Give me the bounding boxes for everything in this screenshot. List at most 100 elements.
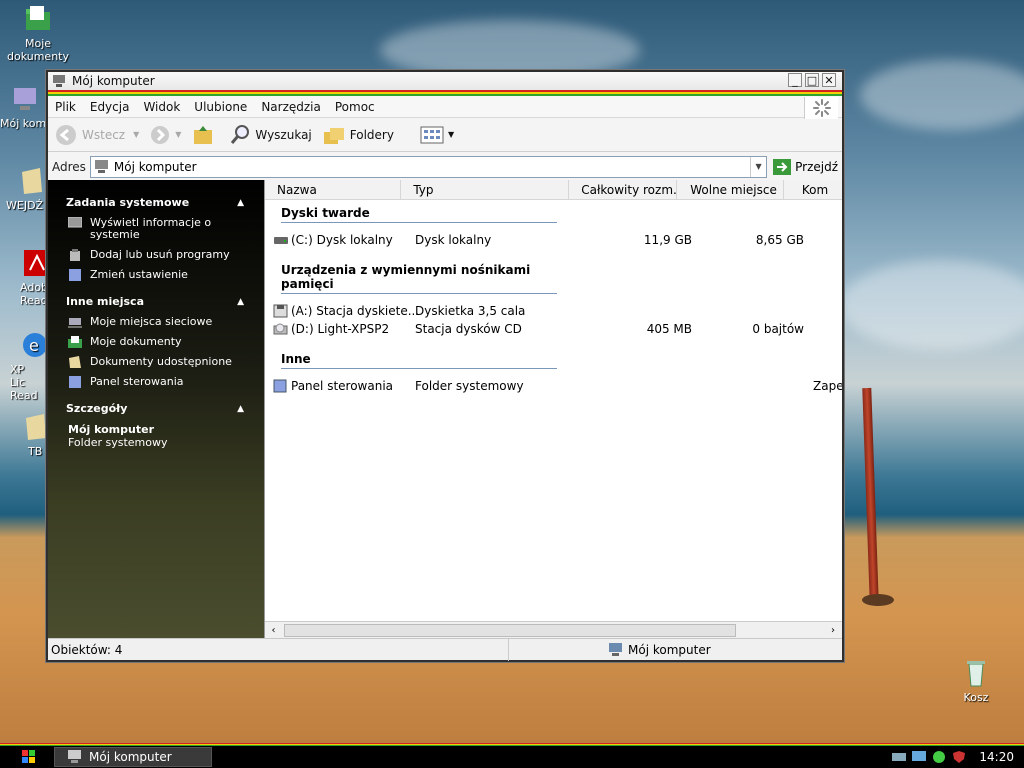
back-arrow-icon <box>56 124 76 145</box>
start-button-icon[interactable] <box>22 750 36 764</box>
window-title: Mój komputer <box>72 74 155 88</box>
explorer-window: Mój komputer _ □ ✕ Plik Edycja Widok Ulu… <box>46 70 844 662</box>
forward-button[interactable]: ▼ <box>149 124 181 146</box>
details-section: Szczegóły ▲ Mój komputer Folder systemow… <box>48 402 264 449</box>
place-shared-documents[interactable]: Dokumenty udostępnione <box>48 356 264 368</box>
network-places-icon <box>68 318 82 328</box>
col-type[interactable]: Typ <box>401 180 570 199</box>
address-dropdown-icon[interactable]: ▼ <box>750 156 766 177</box>
menu-plik[interactable]: Plik <box>48 100 83 114</box>
recycle-bin-icon <box>967 661 985 687</box>
folder-up-icon <box>194 125 213 144</box>
taskbar-button-moj-komputer[interactable]: Mój komputer <box>54 747 212 767</box>
title-bar[interactable]: Mój komputer _ □ ✕ <box>48 72 842 96</box>
svg-text:e: e <box>29 336 39 355</box>
details-body: Mój komputer Folder systemowy <box>48 423 264 449</box>
menu-narzedzia[interactable]: Narzędzia <box>254 100 328 114</box>
desktop-icon-xp-lic[interactable]: e XP Lic Read <box>0 330 48 402</box>
other-places-section: Inne miejsca ▲ Moje miejsca sieciowe Moj… <box>48 295 264 388</box>
throbber <box>804 97 838 119</box>
taskbar: Mój komputer 14:20 <box>0 743 1024 768</box>
views-button[interactable]: ▼ <box>420 126 454 144</box>
display-icon[interactable] <box>911 750 927 764</box>
control-panel-icon <box>273 379 287 393</box>
window-content: Zadania systemowe ▲ Wyświetl informacje … <box>48 180 842 638</box>
other-places-header[interactable]: Inne miejsca ▲ <box>48 295 264 308</box>
desktop-icon-moje-dokumenty[interactable]: Moje dokumenty <box>6 4 70 63</box>
menu-pomoc[interactable]: Pomoc <box>328 100 382 114</box>
status-bar: Obiektów: 4 Mój komputer <box>48 638 842 661</box>
system-tasks-header[interactable]: Zadania systemowe ▲ <box>48 196 264 209</box>
go-arrow-icon <box>773 158 792 175</box>
collapse-caret-icon[interactable]: ▲ <box>237 404 244 414</box>
scroll-left-icon[interactable]: ‹ <box>265 625 282 636</box>
address-input[interactable]: Mój komputer ▼ <box>89 155 768 178</box>
desktop-icon-moj-komputer[interactable]: Mój kom <box>0 84 48 130</box>
col-free-space[interactable]: Wolne miejsce <box>677 180 784 199</box>
up-button[interactable] <box>191 124 219 146</box>
shield-icon[interactable] <box>951 750 967 764</box>
list-item[interactable]: (C:) Dysk lokalny Dysk lokalny 11,9 GB 8… <box>265 231 842 249</box>
menu-widok[interactable]: Widok <box>136 100 187 114</box>
details-type: Folder systemowy <box>68 436 168 449</box>
search-button[interactable]: Wyszukaj <box>229 124 312 146</box>
programs-box-icon <box>70 249 80 261</box>
chevron-down-icon: ▼ <box>447 130 455 139</box>
views-icon <box>420 126 444 143</box>
place-my-documents[interactable]: Moje dokumenty <box>48 336 264 348</box>
place-network[interactable]: Moje miejsca sieciowe <box>48 316 264 328</box>
system-tray: 14:20 <box>885 746 1024 768</box>
column-headers: Nazwa Typ Całkowity rozm... Wolne miejsc… <box>265 180 842 200</box>
computer-icon <box>94 159 108 173</box>
scroll-right-icon[interactable]: › <box>826 625 840 636</box>
documents-folder-icon <box>68 336 82 348</box>
scroll-thumb[interactable] <box>284 623 736 637</box>
menu-ulubione[interactable]: Ulubione <box>187 100 254 114</box>
list-item[interactable]: (A:) Stacja dyskiete... Dyskietka 3,5 ca… <box>265 302 842 320</box>
task-change-setting[interactable]: Zmień ustawienie <box>48 269 264 281</box>
menu-edycja[interactable]: Edycja <box>83 100 137 114</box>
shared-folder-icon <box>69 356 81 368</box>
status-location: Mój komputer <box>608 642 711 657</box>
task-pane: Zadania systemowe ▲ Wyświetl informacje … <box>48 180 264 638</box>
close-button[interactable]: ✕ <box>822 73 836 87</box>
col-comment[interactable]: Kom <box>784 180 842 199</box>
task-add-remove-programs[interactable]: Dodaj lub usuń programy <box>48 249 264 261</box>
chevron-down-icon: ▼ <box>133 130 140 139</box>
cd-drive-icon <box>273 323 288 335</box>
list-item[interactable]: Panel sterowania Folder systemowy Zape <box>265 377 842 395</box>
menu-bar: Plik Edycja Widok Ulubione Narzędzia Pom… <box>48 96 842 119</box>
maximize-button[interactable]: □ <box>805 73 819 87</box>
address-bar: Adres Mój komputer ▼ Przejdź <box>48 152 842 182</box>
col-total-size[interactable]: Całkowity rozm... <box>569 180 677 199</box>
system-tasks-section: Zadania systemowe ▲ Wyświetl informacje … <box>48 196 264 281</box>
collapse-caret-icon[interactable]: ▲ <box>237 297 244 307</box>
folders-icon <box>323 127 344 144</box>
folders-button[interactable]: Foldery <box>322 124 394 146</box>
search-icon <box>231 124 250 144</box>
file-list: Nazwa Typ Całkowity rozm... Wolne miejsc… <box>264 180 842 638</box>
desktop-icon-adobe-reader[interactable]: Adob Read <box>0 248 50 307</box>
minimize-button[interactable]: _ <box>788 73 802 87</box>
object-count: Obiektów: 4 <box>51 642 123 657</box>
col-name[interactable]: Nazwa <box>265 180 402 199</box>
place-control-panel[interactable]: Panel sterowania <box>48 376 264 388</box>
back-button[interactable]: Wstecz ▼ <box>54 123 139 147</box>
collapse-caret-icon[interactable]: ▲ <box>237 198 244 208</box>
details-header[interactable]: Szczegóły ▲ <box>48 402 264 415</box>
list-item[interactable]: (D:) Light-XPSP2 Stacja dysków CD 405 MB… <box>265 320 842 338</box>
desktop-icon-tb[interactable]: TB <box>0 412 48 458</box>
floppy-drive-icon <box>273 304 288 318</box>
clock[interactable]: 14:20 <box>979 750 1014 764</box>
go-button[interactable]: Przejdź <box>773 158 838 175</box>
hard-drive-icon <box>274 237 288 244</box>
horizontal-scrollbar[interactable]: ‹ › <box>265 621 842 638</box>
toolbar: Wstecz ▼ ▼ Wyszukaj Foldery ▼ <box>48 118 842 152</box>
documents-folder-icon <box>26 6 50 30</box>
desktop-icon-kosz[interactable]: Kosz <box>944 658 1008 704</box>
network-icon[interactable] <box>891 750 907 764</box>
computer-icon <box>14 88 36 110</box>
desktop-icon-wejdz[interactable]: WEJDŹ <box>0 166 48 212</box>
tray-app-icon[interactable] <box>931 750 947 764</box>
task-system-info[interactable]: Wyświetl informacje o systemie <box>48 217 264 241</box>
